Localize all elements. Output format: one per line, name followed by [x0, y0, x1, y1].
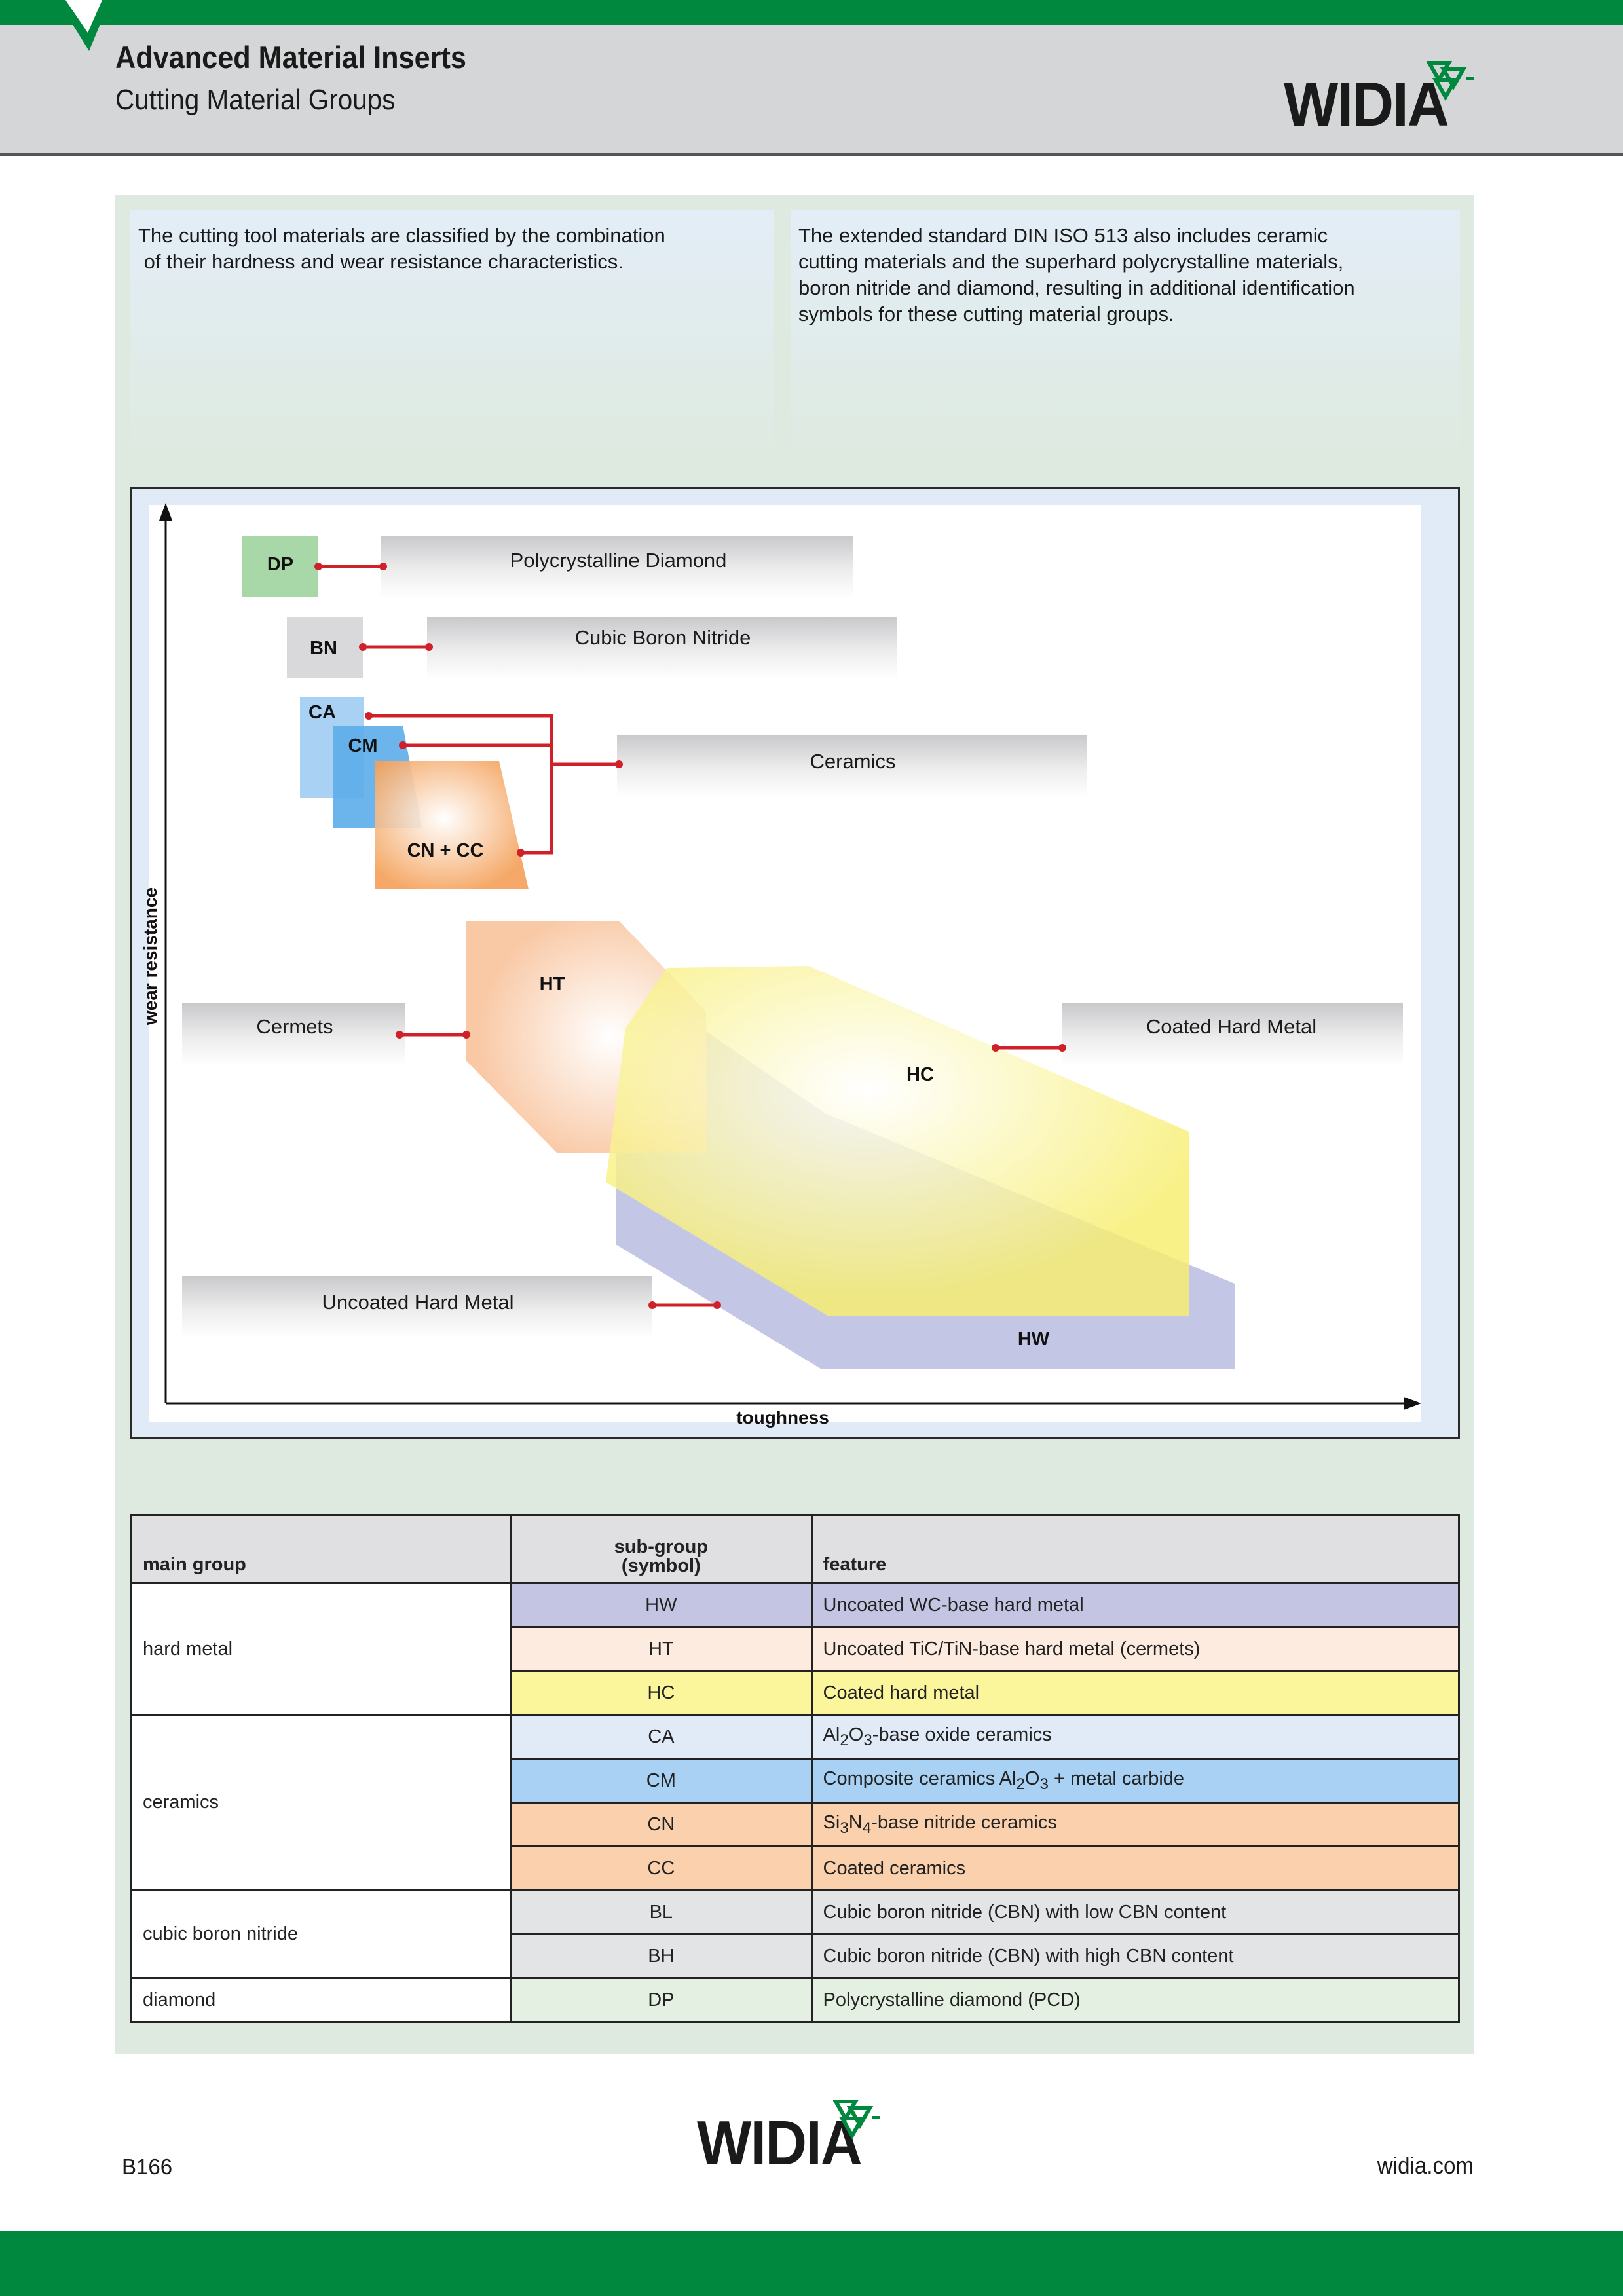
group-ceramics: ceramics — [130, 1714, 512, 1891]
row-symbol: CM — [510, 1758, 813, 1804]
row-feature: Composite ceramics Al2O3 + metal carbide — [810, 1758, 1461, 1804]
feature-text: -base nitride ceramics — [871, 1811, 1057, 1833]
row-symbol: CC — [510, 1846, 813, 1891]
feature-text: N — [848, 1811, 863, 1833]
row-feature: Coated ceramics — [810, 1846, 1461, 1891]
table-row: hard metal HW Uncoated WC-base hard meta… — [130, 1582, 1461, 1716]
row-feature: Si3N4-base nitride ceramics — [810, 1802, 1461, 1847]
symbol-hw: HW — [1018, 1329, 1050, 1350]
header-main-group: main group — [130, 1514, 512, 1584]
symbol-ca: CA — [308, 702, 336, 723]
feature-text: O — [1024, 1768, 1040, 1789]
row-symbol: CN — [510, 1802, 813, 1847]
feature-text: + metal carbide — [1048, 1768, 1185, 1789]
row-feature: Uncoated TiC/TiN-base hard metal (cermet… — [810, 1627, 1461, 1672]
row-feature: Polycrystalline diamond (PCD) — [810, 1977, 1461, 2023]
symbol-bn: BN — [310, 638, 337, 659]
row-symbol: DP — [510, 1977, 813, 2023]
row-feature: Al2O3-base oxide ceramics — [810, 1714, 1461, 1760]
group-diamond: diamond — [130, 1977, 512, 2023]
row-symbol: HW — [510, 1582, 813, 1628]
symbol-dp: DP — [267, 554, 293, 575]
symbol-ht: HT — [540, 974, 565, 995]
feature-subscript: 3 — [863, 1731, 872, 1749]
label-ceramics: Ceramics — [810, 750, 896, 773]
feature-text: O — [848, 1724, 864, 1745]
row-feature: Uncoated WC-base hard metal — [810, 1582, 1461, 1628]
header-feature: feature — [810, 1514, 1461, 1584]
label-coated-hard-metal: Coated Hard Metal — [1146, 1015, 1316, 1038]
header-sub-group: sub-group (symbol) — [510, 1514, 813, 1584]
cutting-material-groups-table: main group sub-group (symbol) feature ha… — [130, 1514, 1461, 2023]
row-symbol: CA — [510, 1714, 813, 1760]
table-header-row: main group sub-group (symbol) feature — [130, 1514, 1461, 1584]
bottom-brand-bar — [0, 2231, 1623, 2296]
x-axis-label: toughness — [736, 1407, 829, 1428]
row-feature: Coated hard metal — [810, 1671, 1461, 1716]
row-symbol: BL — [510, 1889, 813, 1935]
y-axis-label: wear resistance — [140, 887, 160, 1026]
row-feature: Cubic boron nitride (CBN) with high CBN … — [810, 1934, 1461, 1979]
row-feature: Cubic boron nitride (CBN) with low CBN c… — [810, 1889, 1461, 1935]
symbol-cn-cc: CN + CC — [407, 840, 484, 861]
row-symbol: HT — [510, 1627, 813, 1672]
feature-subscript: 3 — [840, 1819, 849, 1837]
y-axis-arrow-icon — [159, 503, 172, 521]
feature-text: -base oxide ceramics — [872, 1724, 1052, 1745]
symbol-cm: CM — [348, 735, 377, 756]
feature-subscript: 3 — [1039, 1775, 1049, 1793]
x-axis-arrow-icon — [1404, 1397, 1421, 1410]
page-code: B166 — [122, 2155, 173, 2179]
feature-text: Composite ceramics Al — [823, 1768, 1017, 1789]
group-cubic-boron-nitride: cubic boron nitride — [130, 1889, 512, 1979]
row-symbol: HC — [510, 1671, 813, 1716]
label-cermets: Cermets — [256, 1015, 333, 1038]
table-row: diamond DP Polycrystalline diamond (PCD) — [130, 1977, 1461, 2023]
feature-subscript: 2 — [840, 1731, 849, 1749]
widia-footer-logo-mark-icon — [833, 2100, 880, 2140]
region-cn-cc — [375, 761, 529, 889]
label-cbn: Cubic Boron Nitride — [575, 626, 751, 649]
symbol-hc: HC — [906, 1064, 934, 1085]
table-row: cubic boron nitride BL Cubic boron nitri… — [130, 1889, 1461, 1979]
website-link[interactable]: widia.com — [1377, 2152, 1474, 2179]
feature-subscript: 2 — [1016, 1775, 1025, 1793]
feature-text: Si — [823, 1811, 840, 1833]
table-row: ceramics CA Al2O3-base oxide ceramics — [130, 1714, 1461, 1891]
row-symbol: BH — [510, 1934, 813, 1979]
label-uncoated-hard-metal: Uncoated Hard Metal — [322, 1291, 514, 1314]
label-pcd: Polycrystalline Diamond — [510, 549, 727, 572]
group-hard-metal: hard metal — [130, 1582, 512, 1716]
feature-subscript: 4 — [862, 1819, 872, 1837]
feature-text: Al — [823, 1724, 840, 1745]
